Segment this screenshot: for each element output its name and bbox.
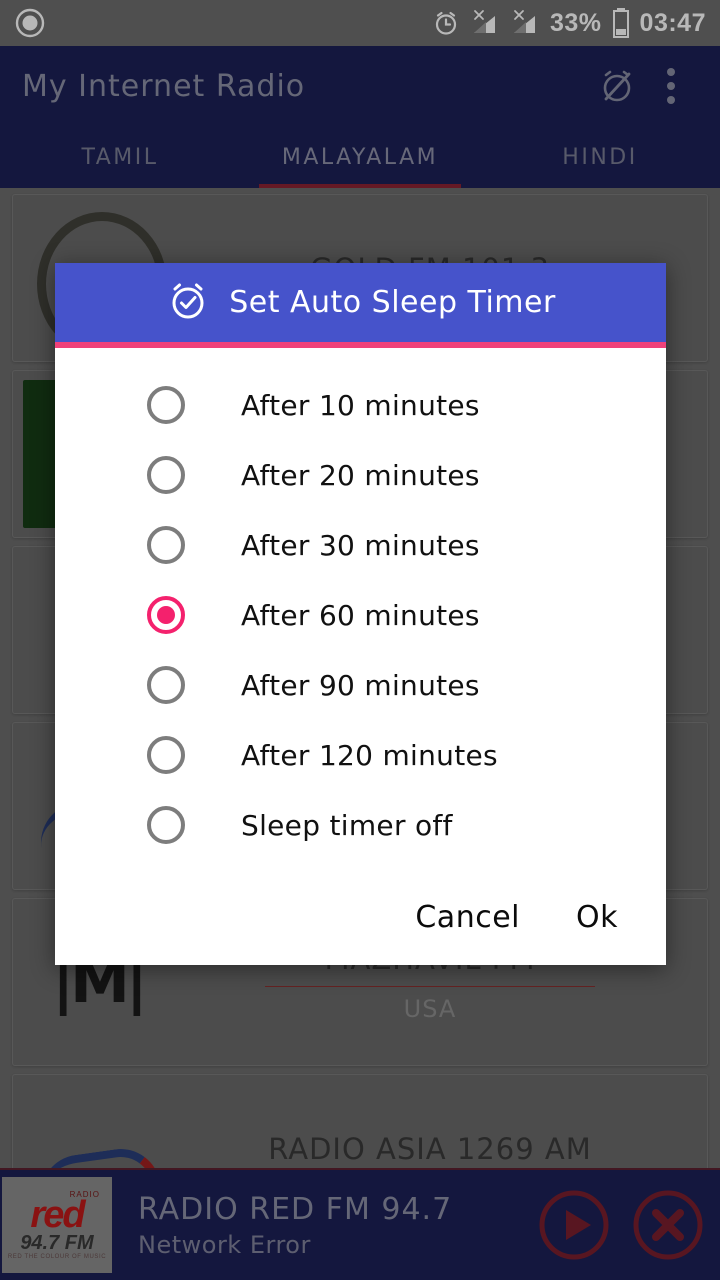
option-after-20-minutes[interactable]: After 20 minutes: [55, 440, 666, 510]
radio-button[interactable]: [147, 806, 185, 844]
dialog-header: Set Auto Sleep Timer: [55, 263, 666, 348]
radio-button[interactable]: [147, 666, 185, 704]
dialog-actions: Cancel Ok: [55, 869, 666, 965]
option-after-30-minutes[interactable]: After 30 minutes: [55, 510, 666, 580]
radio-button[interactable]: [147, 736, 185, 774]
option-sleep-timer-off[interactable]: Sleep timer off: [55, 790, 666, 860]
option-label: After 10 minutes: [241, 388, 480, 422]
cancel-button[interactable]: Cancel: [415, 900, 520, 935]
radio-button[interactable]: [147, 526, 185, 564]
option-label: After 120 minutes: [241, 738, 498, 772]
radio-button-selected[interactable]: [147, 596, 185, 634]
app-screen: 33% 03:47 My Internet Radio TAMIL MALAYA…: [0, 0, 720, 1280]
option-label: After 30 minutes: [241, 528, 480, 562]
option-after-90-minutes[interactable]: After 90 minutes: [55, 650, 666, 720]
option-label: Sleep timer off: [241, 808, 453, 842]
option-label: After 20 minutes: [241, 458, 480, 492]
radio-button[interactable]: [147, 456, 185, 494]
option-after-60-minutes[interactable]: After 60 minutes: [55, 580, 666, 650]
sleep-timer-dialog: Set Auto Sleep Timer After 10 minutes Af…: [55, 263, 666, 965]
radio-button[interactable]: [147, 386, 185, 424]
option-label: After 90 minutes: [241, 668, 480, 702]
option-after-120-minutes[interactable]: After 120 minutes: [55, 720, 666, 790]
option-after-10-minutes[interactable]: After 10 minutes: [55, 370, 666, 440]
option-label: After 60 minutes: [241, 598, 480, 632]
dialog-title: Set Auto Sleep Timer: [229, 285, 556, 320]
alarm-check-icon: [165, 278, 211, 328]
ok-button[interactable]: Ok: [576, 900, 618, 935]
sleep-timer-options: After 10 minutes After 20 minutes After …: [55, 348, 666, 869]
